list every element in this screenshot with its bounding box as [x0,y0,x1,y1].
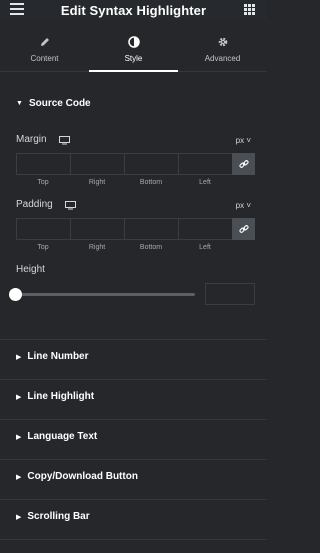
section-source-code-title: Source Code [28,98,91,109]
section-copy-download-button-header[interactable]: ▶ Copy/Download Button [16,471,138,482]
section-line-highlight-header[interactable]: ▶ Line Highlight [16,391,94,402]
section-source-code-header[interactable]: ▼ Source Code [16,98,91,109]
margin-left-input[interactable] [178,153,232,175]
tab-content-label: Content [30,54,59,63]
dim-label-right: Right [88,179,106,186]
caret-right-icon: ▶ [16,473,22,481]
section-language-text-header[interactable]: ▶ Language Text [16,431,97,442]
margin-inputs [16,153,255,175]
margin-label: Margin [16,134,47,145]
height-slider-track[interactable] [16,293,195,296]
desktop-device-icon[interactable] [59,136,70,145]
section-title: Language Text [27,431,98,442]
desktop-device-icon[interactable] [65,201,76,210]
tab-style-label: Style [124,54,143,63]
contrast-icon [127,36,140,48]
margin-unit-select[interactable]: px ˅ [236,136,251,145]
padding-top-input[interactable] [16,218,70,240]
margin-right-input[interactable] [70,153,124,175]
section-line-number-header[interactable]: ▶ Line Number [16,351,89,362]
section-scrolling-bar-header[interactable]: ▶ Scrolling Bar [16,511,90,522]
dim-label-left: Left [199,179,211,186]
margin-link-button[interactable] [232,153,255,175]
panel-tabs: Content Style Advanced [0,28,267,72]
margin-bottom-input[interactable] [124,153,178,175]
tab-advanced[interactable]: Advanced [178,28,267,72]
section-title: Copy/Download Button [27,471,138,482]
padding-dim-labels: Top Right Bottom Left [16,244,232,251]
section-title: Scrolling Bar [27,511,90,522]
dim-label-top: Top [37,179,49,186]
dim-label-left: Left [199,244,211,251]
caret-right-icon: ▶ [16,393,22,401]
section-title: Line Number [27,351,89,362]
margin-dim-labels: Top Right Bottom Left [16,179,232,186]
height-label: Height [16,264,45,275]
panel-header: Edit Syntax Highlighter [0,0,267,20]
dim-label-bottom: Bottom [139,244,163,251]
divider [0,539,267,540]
divider [0,379,267,380]
padding-right-input[interactable] [70,218,124,240]
pencil-icon [40,38,49,46]
padding-label: Padding [16,199,53,210]
padding-link-button[interactable] [232,218,255,240]
tab-content[interactable]: Content [0,28,89,72]
tab-advanced-label: Advanced [204,54,241,63]
caret-right-icon: ▶ [16,353,22,361]
gear-icon [218,37,227,47]
link-icon [238,160,249,168]
padding-unit-select[interactable]: px ˅ [236,201,251,210]
divider [0,459,267,460]
divider [0,419,267,420]
dim-label-bottom: Bottom [139,179,163,186]
caret-right-icon: ▶ [16,513,22,521]
tab-style[interactable]: Style [89,28,178,72]
apps-grid-icon[interactable] [244,4,255,15]
dim-label-right: Right [88,244,106,251]
margin-top-input[interactable] [16,153,70,175]
padding-left-input[interactable] [178,218,232,240]
section-title: Line Highlight [27,391,95,402]
height-slider-handle[interactable] [9,288,22,301]
height-value-input[interactable] [205,283,255,305]
divider [0,499,267,500]
panel-title: Edit Syntax Highlighter [60,2,207,18]
caret-down-icon: ▼ [16,100,23,107]
link-icon [238,225,249,233]
padding-bottom-input[interactable] [124,218,178,240]
hamburger-menu-icon[interactable] [10,3,24,15]
padding-inputs [16,218,255,240]
dim-label-top: Top [37,244,49,251]
divider [0,339,267,340]
caret-right-icon: ▶ [16,433,22,441]
